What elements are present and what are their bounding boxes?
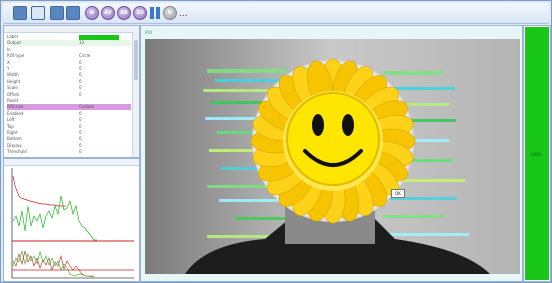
property-row[interactable]: Enabled 0 xyxy=(7,111,131,117)
property-value: 33 xyxy=(79,40,85,46)
property-value: 0 xyxy=(79,85,82,91)
graph-red-series xyxy=(12,175,66,207)
properties-scrollbar[interactable] xyxy=(132,32,139,157)
tooltip: OK xyxy=(391,189,405,198)
properties-panel: Label Output 33 In ROI type Circle X 0 Y 0 Width 0 H… xyxy=(3,25,140,158)
property-name: Display xyxy=(7,142,22,148)
camera-image: OK xyxy=(145,39,520,274)
property-name: Output xyxy=(7,40,21,46)
grid-icon[interactable] xyxy=(66,6,80,20)
property-row[interactable]: Display 0 xyxy=(7,143,131,149)
toolbar: N AV AR SD R ... xyxy=(3,3,549,24)
property-row[interactable]: Bottom 0 xyxy=(7,136,131,142)
property-value: Custom xyxy=(79,104,95,110)
property-name: ROI type xyxy=(7,53,25,59)
property-name: Enabled xyxy=(7,110,24,116)
property-row[interactable]: ROI size Custom xyxy=(7,104,131,111)
histogram-plot xyxy=(11,168,134,279)
histogram-panel xyxy=(3,158,140,282)
property-row[interactable]: ROI type Circle xyxy=(7,53,131,59)
video-corner-label: ROI xyxy=(145,30,153,35)
property-row[interactable]: Label xyxy=(7,34,131,40)
camera-icon[interactable] xyxy=(13,6,27,20)
mode-ar-label: AR xyxy=(120,10,128,16)
property-value: 0 xyxy=(79,91,82,97)
property-name: Width xyxy=(7,72,19,78)
more-button[interactable]: ... xyxy=(179,9,193,23)
smiley-face xyxy=(286,92,380,186)
mode-sd-button[interactable]: SD xyxy=(133,6,147,20)
property-row[interactable]: Height 0 xyxy=(7,79,131,85)
scrollbar-thumb[interactable] xyxy=(134,40,138,80)
property-name: Scale xyxy=(7,85,18,91)
property-row[interactable]: Left 0 xyxy=(7,117,131,123)
property-value: 0 xyxy=(79,136,82,142)
property-row[interactable]: X0 xyxy=(7,60,131,66)
label-color-swatch xyxy=(79,35,119,40)
property-name: X xyxy=(7,59,10,65)
mode-sd-label: SD xyxy=(136,10,144,16)
property-row[interactable]: Y0 xyxy=(7,66,131,72)
property-row[interactable]: Threshold 0 xyxy=(7,149,131,155)
record-button[interactable]: R xyxy=(163,6,177,20)
property-value: 0 xyxy=(79,117,82,123)
property-name: ROI size xyxy=(7,104,24,110)
level-meter: 100% xyxy=(523,25,551,282)
properties-header xyxy=(4,26,139,33)
property-row[interactable]: Reset xyxy=(7,98,131,104)
scene-svg xyxy=(145,39,520,274)
display-icon[interactable] xyxy=(50,6,64,20)
property-name: Height xyxy=(7,78,21,84)
level-meter-label: 100% xyxy=(530,152,542,157)
property-name: Bottom xyxy=(7,136,22,142)
app-window: N AV AR SD R ... Label Output 33 In ROI type… xyxy=(0,0,552,283)
property-name: Label xyxy=(7,34,18,39)
property-name: Left xyxy=(7,117,15,123)
property-name: Top xyxy=(7,123,14,129)
property-value: 0 xyxy=(79,78,82,84)
video-view[interactable]: ROI OK xyxy=(140,25,523,282)
mode-av-label: AV xyxy=(104,10,112,16)
record-label: R xyxy=(168,10,172,16)
mode-n-button[interactable]: N xyxy=(85,6,99,20)
pause-icon[interactable] xyxy=(148,6,162,20)
property-row[interactable]: In xyxy=(7,47,131,53)
property-value: 0 xyxy=(79,72,82,78)
more-label: ... xyxy=(179,9,188,19)
property-row[interactable]: Right 0 xyxy=(7,130,131,136)
property-name: Threshold xyxy=(7,149,27,155)
property-row[interactable]: Offset 0 xyxy=(7,92,131,98)
property-name: Y xyxy=(7,66,10,71)
image-icon[interactable] xyxy=(31,6,45,20)
mode-av-button[interactable]: AV xyxy=(101,6,115,20)
property-name: Offset xyxy=(7,91,20,97)
property-row[interactable]: Output 33 xyxy=(7,40,131,47)
graph-green-series-2 xyxy=(12,250,95,278)
property-name: Reset xyxy=(7,98,19,103)
property-name: In xyxy=(7,46,11,52)
property-value: 0 xyxy=(79,59,82,65)
property-value: 0 xyxy=(79,66,82,71)
property-row[interactable]: Scale 0 xyxy=(7,85,131,91)
graph-green-series xyxy=(12,195,97,241)
property-row[interactable]: Width 0 xyxy=(7,72,131,78)
property-value: 0 xyxy=(79,110,82,116)
mode-ar-button[interactable]: AR xyxy=(117,6,131,20)
property-value: 0 xyxy=(79,149,82,155)
property-value: 0 xyxy=(79,130,82,135)
property-value: Circle xyxy=(79,53,91,59)
property-row[interactable]: Top 0 xyxy=(7,124,131,130)
property-value: 0 xyxy=(79,123,82,129)
property-value: 0 xyxy=(79,142,82,148)
histogram-header xyxy=(4,159,139,166)
property-name: Right xyxy=(7,130,18,135)
mode-n-label: N xyxy=(89,10,95,16)
